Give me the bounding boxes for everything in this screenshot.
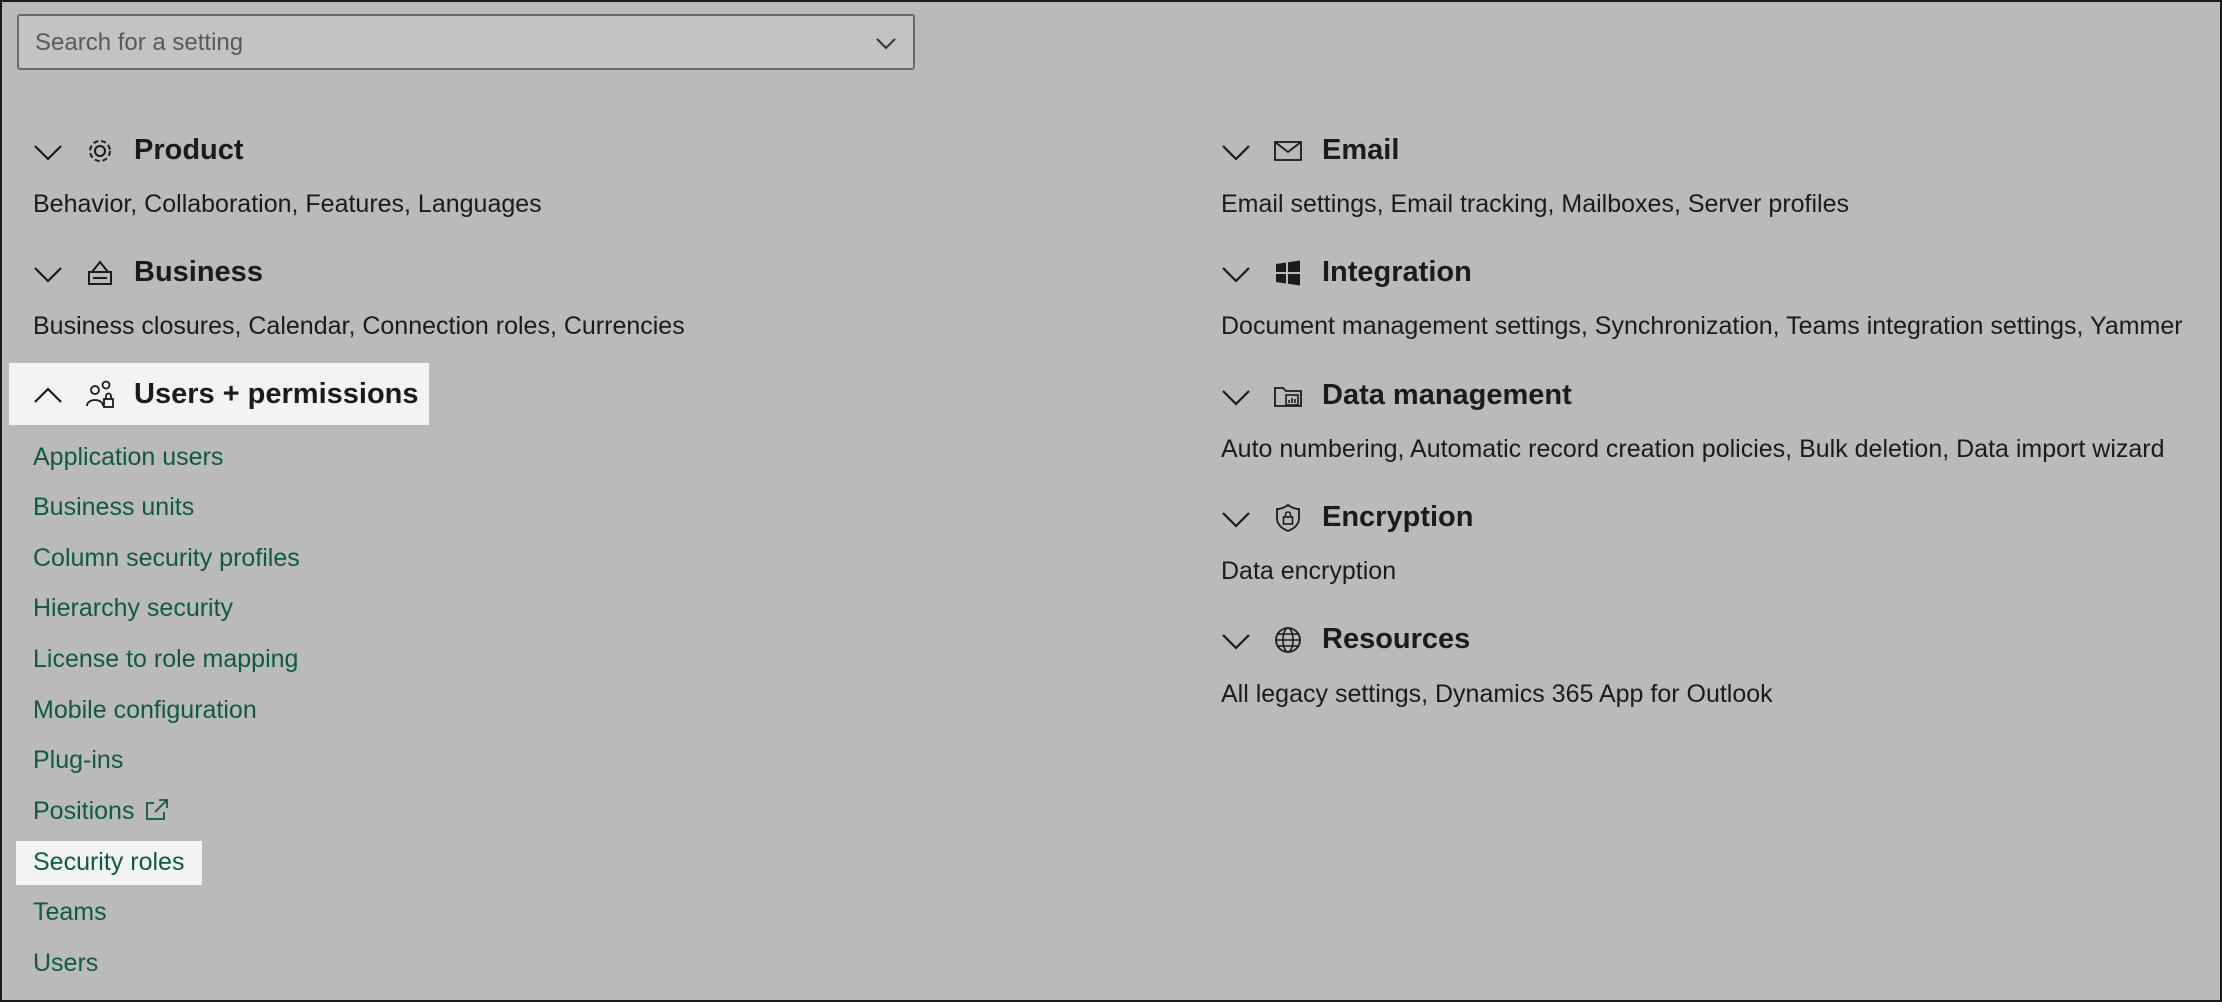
business-icon bbox=[84, 257, 116, 289]
group-summary: Auto numbering, Automatic record creatio… bbox=[1221, 435, 2165, 463]
globe-icon bbox=[1272, 624, 1304, 656]
chevron-up-icon[interactable] bbox=[32, 380, 64, 412]
link-label: Positions bbox=[33, 797, 135, 825]
group-header-business[interactable]: Business bbox=[32, 254, 432, 294]
group-header-product[interactable]: Product bbox=[32, 132, 432, 172]
group-summary: Email settings, Email tracking, Mailboxe… bbox=[1221, 190, 1850, 218]
chevron-down-icon[interactable] bbox=[32, 136, 64, 168]
link-positions[interactable]: Positions bbox=[33, 797, 170, 826]
link-license-to-role-mapping[interactable]: License to role mapping bbox=[33, 645, 298, 674]
group-title: Product bbox=[134, 134, 244, 166]
group-summary: Document management settings, Synchroniz… bbox=[1221, 312, 2183, 340]
search-input[interactable] bbox=[33, 16, 857, 70]
chevron-down-icon[interactable] bbox=[1220, 258, 1252, 290]
group-summary: All legacy settings, Dynamics 365 App fo… bbox=[1221, 680, 1773, 708]
chevron-down-icon[interactable] bbox=[1220, 381, 1252, 413]
link-users[interactable]: Users bbox=[33, 949, 98, 978]
link-teams[interactable]: Teams bbox=[33, 898, 107, 927]
group-header-resources[interactable]: Resources bbox=[1220, 621, 1620, 661]
gear-icon bbox=[84, 135, 116, 167]
group-summary: Business closures, Calendar, Connection … bbox=[33, 312, 685, 340]
shield-lock-icon bbox=[1272, 502, 1304, 534]
external-link-icon bbox=[144, 797, 170, 823]
link-application-users[interactable]: Application users bbox=[33, 443, 223, 472]
chevron-down-icon[interactable] bbox=[32, 258, 64, 290]
link-plug-ins[interactable]: Plug-ins bbox=[33, 746, 123, 775]
windows-icon bbox=[1272, 257, 1304, 289]
group-header-encryption[interactable]: Encryption bbox=[1220, 499, 1620, 539]
chevron-down-icon[interactable] bbox=[1220, 136, 1252, 168]
chevron-down-icon[interactable] bbox=[873, 30, 899, 56]
group-title: Users + permissions bbox=[134, 378, 419, 410]
link-mobile-configuration[interactable]: Mobile configuration bbox=[33, 696, 257, 725]
group-header-email[interactable]: Email bbox=[1220, 132, 1620, 172]
search-setting-dropdown[interactable] bbox=[17, 14, 915, 70]
chevron-down-icon[interactable] bbox=[1220, 503, 1252, 535]
group-header-users-permissions[interactable]: Users + permissions bbox=[32, 376, 427, 416]
group-title: Resources bbox=[1322, 623, 1471, 655]
users-lock-icon bbox=[84, 379, 116, 411]
link-business-units[interactable]: Business units bbox=[33, 493, 194, 522]
group-title: Business bbox=[134, 256, 263, 288]
group-title: Integration bbox=[1322, 256, 1472, 288]
group-title: Email bbox=[1322, 134, 1400, 166]
group-title: Encryption bbox=[1322, 501, 1474, 533]
link-hierarchy-security[interactable]: Hierarchy security bbox=[33, 594, 233, 623]
group-header-data-management[interactable]: Data management bbox=[1220, 377, 1620, 417]
group-summary: Behavior, Collaboration, Features, Langu… bbox=[33, 190, 542, 218]
group-title: Data management bbox=[1322, 379, 1572, 411]
mail-icon bbox=[1272, 135, 1304, 167]
group-header-integration[interactable]: Integration bbox=[1220, 254, 1620, 294]
link-security-roles[interactable]: Security roles bbox=[33, 848, 184, 877]
group-summary: Data encryption bbox=[1221, 557, 1397, 585]
chevron-down-icon[interactable] bbox=[1220, 625, 1252, 657]
data-folder-icon bbox=[1272, 380, 1304, 412]
link-column-security-profiles[interactable]: Column security profiles bbox=[33, 544, 300, 573]
